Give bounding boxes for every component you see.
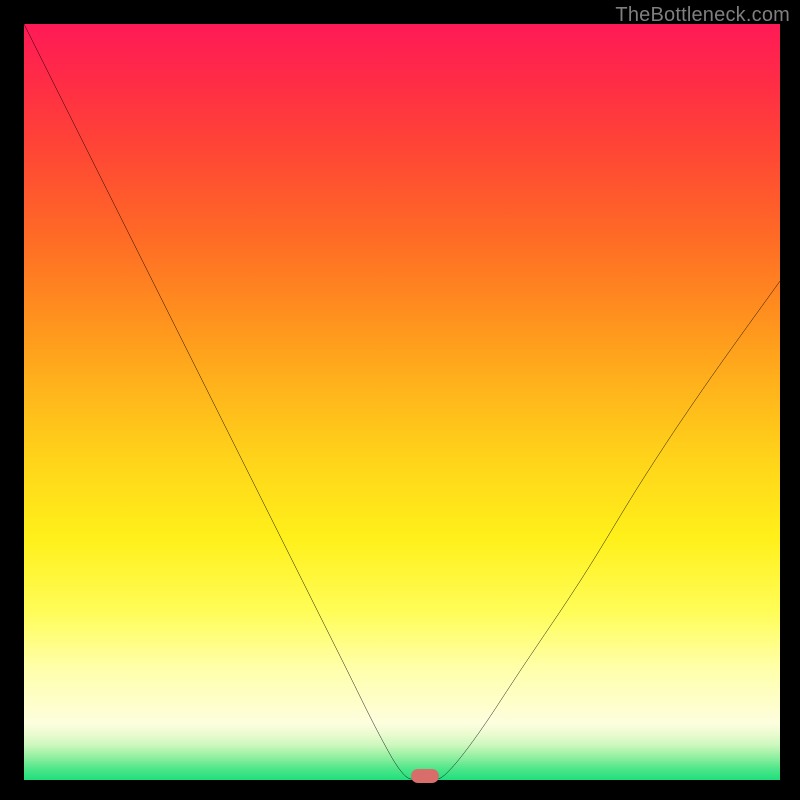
curve-path bbox=[24, 24, 780, 780]
optimum-marker bbox=[411, 769, 439, 783]
plot-area bbox=[24, 24, 780, 780]
watermark-label: TheBottleneck.com bbox=[615, 4, 790, 27]
chart-frame: TheBottleneck.com bbox=[0, 0, 800, 800]
bottleneck-curve bbox=[24, 24, 780, 780]
